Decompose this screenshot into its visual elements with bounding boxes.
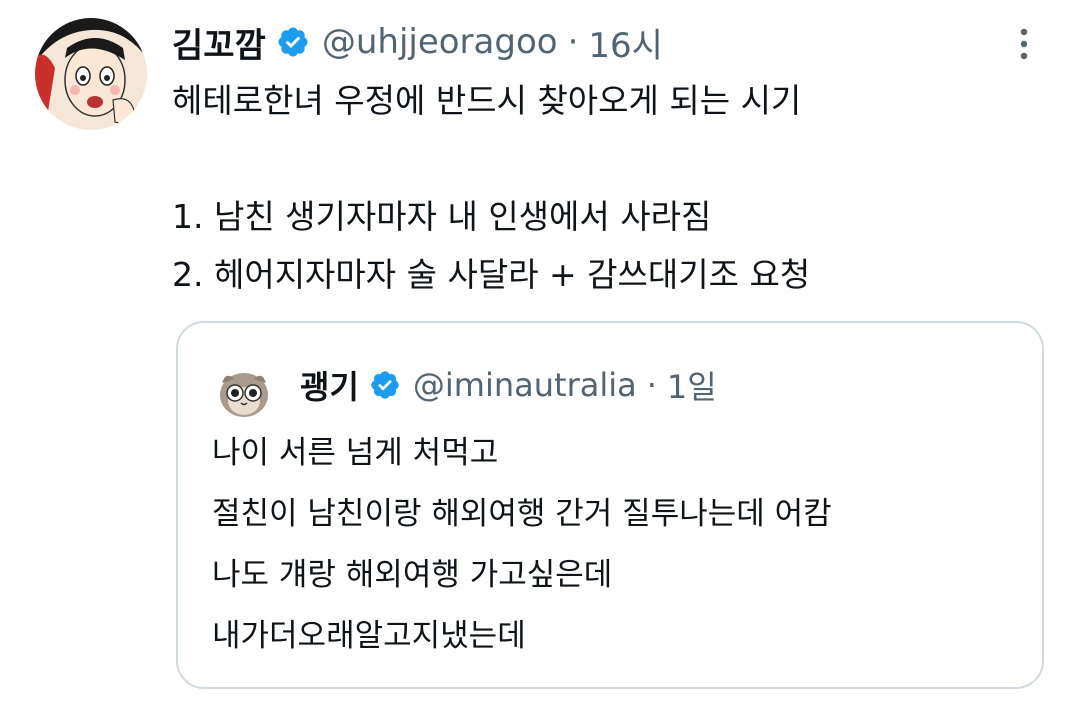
more-vertical-icon[interactable] xyxy=(1014,24,1034,64)
avatar-illustration xyxy=(35,18,147,130)
quoted-tweet-header: 괭기 @iminautralia · 1일 xyxy=(300,359,717,411)
quoted-author-name[interactable]: 괭기 xyxy=(300,362,359,408)
quoted-text-line: 내가더오래알고지냈는데 xyxy=(212,618,526,654)
quoted-author-handle[interactable]: @iminautralia xyxy=(413,366,637,404)
author-name[interactable]: 김꼬깜 xyxy=(172,18,266,67)
tweet-text-line: 1. 남친 생기자마자 내 인생에서 사라짐 xyxy=(172,197,712,236)
quoted-text-line: 절친이 남친이랑 해외여행 간거 질투나는데 어캄 xyxy=(212,496,832,532)
quoted-tweet-text: 나이 서른 넘게 처먹고 절친이 남친이랑 해외여행 간거 질투나는데 어캄 나… xyxy=(212,423,1032,667)
tweet-text-line: 헤테로한녀 우정에 반드시 찾아오게 되는 시기 xyxy=(172,81,802,120)
author-handle[interactable]: @uhjjeoragoo xyxy=(322,22,558,62)
quoted-author-avatar[interactable] xyxy=(216,365,272,421)
quoted-tweet-timestamp[interactable]: 1일 xyxy=(667,362,717,408)
separator-dot: · xyxy=(646,366,657,404)
quoted-tweet-card[interactable]: 괭기 @iminautralia · 1일 나이 서른 넘게 처먹고 절친이 남… xyxy=(176,321,1044,689)
tweet-header: 김꼬깜 @uhjjeoragoo · 16시 xyxy=(172,14,663,70)
tweet-text: 헤테로한녀 우정에 반드시 찾아오게 되는 시기 1. 남친 생기자마자 내 인… xyxy=(172,72,1032,304)
author-avatar[interactable] xyxy=(35,18,147,130)
separator-dot: · xyxy=(567,22,579,62)
verified-badge-icon[interactable] xyxy=(276,25,310,59)
tweet-text-blank-line xyxy=(172,130,1032,188)
quoted-text-line: 나이 서른 넘게 처먹고 xyxy=(212,435,499,471)
quoted-avatar-illustration xyxy=(216,365,272,421)
tweet: 김꼬깜 @uhjjeoragoo · 16시 헤테로한녀 우정에 반드시 찾아오… xyxy=(0,0,1080,702)
tweet-timestamp[interactable]: 16시 xyxy=(588,18,663,67)
verified-badge-icon[interactable] xyxy=(369,369,401,401)
quoted-text-line: 나도 걔랑 해외여행 가고싶은데 xyxy=(212,557,613,593)
tweet-text-line: 2. 헤어지자마자 술 사달라 + 감쓰대기조 요청 xyxy=(172,255,811,294)
